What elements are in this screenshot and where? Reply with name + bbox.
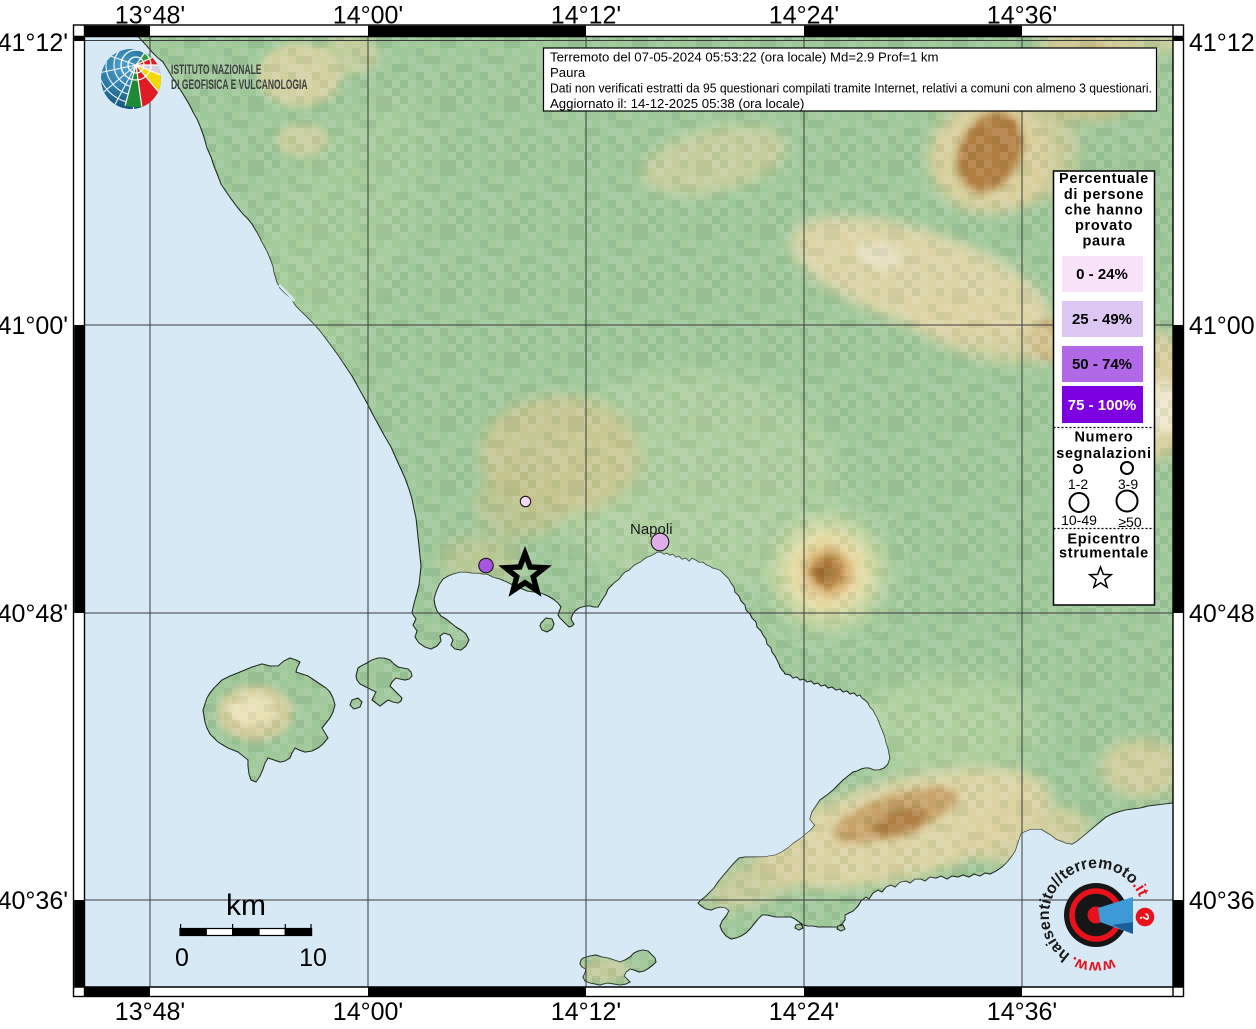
svg-text:Dati non verificati estratti d: Dati non verificati estratti da 95 quest… — [550, 81, 1152, 96]
svg-text:strumentale: strumentale — [1059, 546, 1149, 562]
svg-text:14°24': 14°24' — [769, 2, 839, 30]
svg-text:km: km — [226, 889, 266, 922]
svg-text:10: 10 — [299, 944, 327, 972]
svg-text:14°12': 14°12' — [551, 998, 621, 1024]
svg-text:50 - 74%: 50 - 74% — [1072, 356, 1132, 373]
svg-text:40°36': 40°36' — [0, 887, 68, 915]
svg-text:0 - 24%: 0 - 24% — [1076, 266, 1128, 283]
svg-text:14°36': 14°36' — [987, 998, 1057, 1024]
svg-text:40°48': 40°48' — [0, 600, 68, 628]
svg-text:40°36': 40°36' — [1189, 887, 1256, 915]
svg-text:Aggiornato il: 14-12-2025 05:3: Aggiornato il: 14-12-2025 05:38 (ora loc… — [550, 96, 804, 111]
svg-text:14°36': 14°36' — [987, 2, 1057, 30]
svg-text:provato: provato — [1075, 218, 1133, 234]
svg-text:Percentuale: Percentuale — [1059, 171, 1149, 187]
svg-text:41°12': 41°12' — [1189, 29, 1256, 57]
svg-text:14°00': 14°00' — [333, 2, 403, 30]
svg-text:ISTITUTO NAZIONALE: ISTITUTO NAZIONALE — [171, 63, 262, 77]
svg-text:75 - 100%: 75 - 100% — [1068, 397, 1136, 414]
svg-text:41°00': 41°00' — [1189, 312, 1256, 340]
svg-text:0: 0 — [175, 944, 189, 972]
svg-text:13°48': 13°48' — [115, 2, 185, 30]
svg-text:25 - 49%: 25 - 49% — [1072, 311, 1132, 328]
svg-text:14°12': 14°12' — [551, 2, 621, 30]
svg-text:14°00': 14°00' — [333, 998, 403, 1024]
svg-text:40°48': 40°48' — [1189, 600, 1256, 628]
svg-text:DI GEOFISICA E VULCANOLOGIA: DI GEOFISICA E VULCANOLOGIA — [171, 78, 308, 92]
svg-text:13°48': 13°48' — [115, 998, 185, 1024]
svg-text:di persone: di persone — [1064, 187, 1144, 203]
svg-text:Terremoto del 07-05-2024 05:53: Terremoto del 07-05-2024 05:53:22 (ora l… — [550, 50, 939, 65]
svg-text:14°24': 14°24' — [769, 998, 839, 1024]
svg-text:10-49: 10-49 — [1061, 512, 1097, 528]
svg-text:41°00': 41°00' — [0, 312, 68, 340]
svg-text:Numero: Numero — [1075, 430, 1134, 446]
svg-text:1-2: 1-2 — [1068, 476, 1088, 492]
svg-text:segnalazioni: segnalazioni — [1056, 446, 1151, 462]
svg-text:41°12': 41°12' — [0, 29, 68, 57]
svg-text:Paura: Paura — [550, 65, 586, 80]
svg-text:≥50: ≥50 — [1118, 514, 1141, 530]
svg-text:Napoli: Napoli — [630, 521, 673, 538]
svg-text:che hanno: che hanno — [1065, 203, 1144, 219]
svg-text:paura: paura — [1083, 234, 1126, 250]
